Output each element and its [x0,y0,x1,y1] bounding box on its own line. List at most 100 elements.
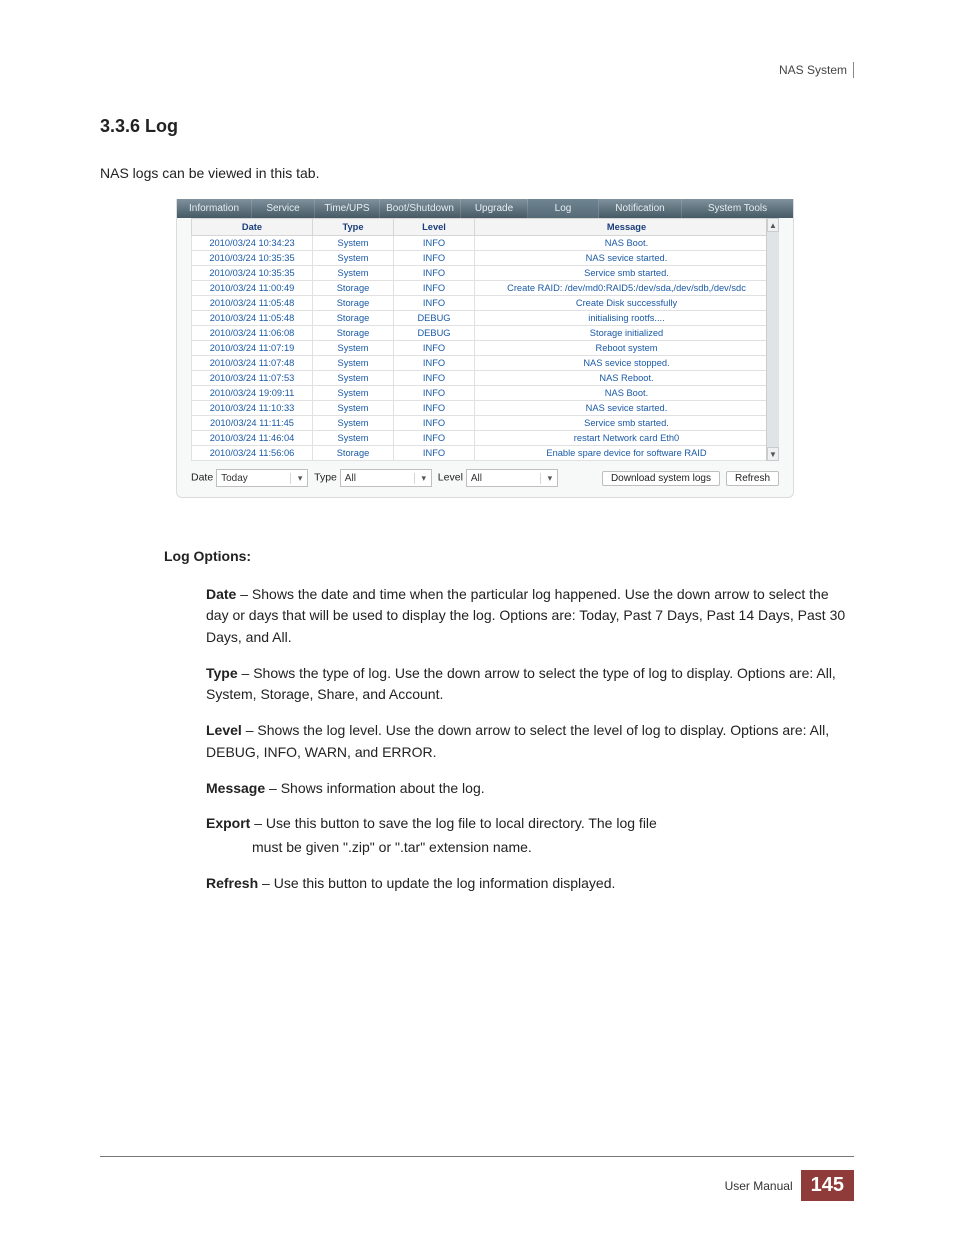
table-row: 2010/03/24 11:07:48SystemINFONAS sevice … [192,356,779,371]
cell-type: System [313,266,394,281]
cell-message: Service smb started. [475,266,779,281]
cell-date: 2010/03/24 11:07:53 [192,371,313,386]
cell-message: initialising rootfs.... [475,311,779,326]
col-message[interactable]: Message [475,219,779,236]
table-row: 2010/03/24 11:00:49StorageINFOCreate RAI… [192,281,779,296]
table-row: 2010/03/24 11:11:45SystemINFOService smb… [192,416,779,431]
filter-level-label: Level [438,472,463,484]
tab-log[interactable]: Log [528,199,599,218]
filter-bar: Date Today ▾ Type All ▾ Level All ▾ [177,465,793,497]
table-row: 2010/03/24 11:06:08StorageDEBUGStorage i… [192,326,779,341]
cell-date: 2010/03/24 10:35:35 [192,266,313,281]
cell-message: restart Network card Eth0 [475,431,779,446]
table-row: 2010/03/24 11:05:48StorageINFOCreate Dis… [192,296,779,311]
cell-level: INFO [394,251,475,266]
option-type: Type – Shows the type of log. Use the do… [206,663,854,706]
scroll-track[interactable] [767,232,779,447]
cell-level: DEBUG [394,311,475,326]
chevron-down-icon: ▾ [414,473,429,484]
filter-level-select[interactable]: All ▾ [466,469,558,487]
filter-date-select[interactable]: Today ▾ [216,469,308,487]
table-row: 2010/03/24 11:07:19SystemINFOReboot syst… [192,341,779,356]
table-row: 2010/03/24 11:46:04SystemINFOrestart Net… [192,431,779,446]
table-row: 2010/03/24 10:35:35SystemINFONAS sevice … [192,251,779,266]
log-table: Date Type Level Message 2010/03/24 10:34… [191,218,779,461]
cell-type: System [313,431,394,446]
page-footer: User Manual 145 [725,1170,854,1201]
cell-type: Storage [313,326,394,341]
cell-date: 2010/03/24 11:06:08 [192,326,313,341]
filter-type-label: Type [314,472,337,484]
col-date[interactable]: Date [192,219,313,236]
tab-service[interactable]: Service [252,199,315,218]
cell-level: INFO [394,341,475,356]
cell-level: INFO [394,281,475,296]
cell-level: INFO [394,356,475,371]
filter-level-value: All [471,473,482,484]
header-divider [853,62,854,78]
doc-name: NAS System [779,63,847,77]
cell-message: NAS Reboot. [475,371,779,386]
cell-level: INFO [394,266,475,281]
cell-date: 2010/03/24 10:35:35 [192,251,313,266]
tab-notification[interactable]: Notification [599,199,682,218]
col-type[interactable]: Type [313,219,394,236]
section-intro: NAS logs can be viewed in this tab. [100,165,854,181]
log-options: Log Options: Date – Shows the date and t… [164,546,854,894]
cell-date: 2010/03/24 11:11:45 [192,416,313,431]
table-row: 2010/03/24 10:35:35SystemINFOService smb… [192,266,779,281]
chevron-down-icon: ▾ [290,473,305,484]
options-heading: Log Options: [164,546,854,568]
cell-type: System [313,251,394,266]
option-level: Level – Shows the log level. Use the dow… [206,720,854,763]
log-table-wrap: Date Type Level Message 2010/03/24 10:34… [191,218,779,461]
cell-message: NAS Boot. [475,386,779,401]
cell-message: Create Disk successfully [475,296,779,311]
cell-level: INFO [394,446,475,461]
table-row: 2010/03/24 10:34:23SystemINFONAS Boot. [192,236,779,251]
cell-type: System [313,401,394,416]
option-export: Export – Use this button to save the log… [206,813,854,858]
filter-date-value: Today [221,473,248,484]
tab-information[interactable]: Information [177,199,252,218]
tab-boot-shutdown[interactable]: Boot/Shutdown [380,199,461,218]
col-level[interactable]: Level [394,219,475,236]
chevron-down-icon: ▾ [540,473,555,484]
cell-type: Storage [313,281,394,296]
table-row: 2010/03/24 11:05:48StorageDEBUGinitialis… [192,311,779,326]
tab-system-tools[interactable]: System Tools [682,199,793,218]
refresh-button[interactable]: Refresh [726,471,779,486]
cell-date: 2010/03/24 11:07:19 [192,341,313,356]
tab-time-ups[interactable]: Time/UPS [315,199,380,218]
cell-message: Enable spare device for software RAID [475,446,779,461]
cell-message: NAS sevice stopped. [475,356,779,371]
log-scrollbar[interactable]: ▲ ▼ [766,218,779,461]
log-screenshot: Information Service Time/UPS Boot/Shutdo… [176,199,794,498]
page-header: NAS System [779,62,854,78]
cell-message: Create RAID: /dev/md0:RAID5:/dev/sda,/de… [475,281,779,296]
scroll-down-icon[interactable]: ▼ [767,447,779,461]
cell-type: Storage [313,311,394,326]
cell-type: System [313,416,394,431]
cell-level: INFO [394,416,475,431]
cell-level: INFO [394,401,475,416]
cell-date: 2010/03/24 11:10:33 [192,401,313,416]
option-message: Message – Shows information about the lo… [206,778,854,800]
footer-rule [100,1156,854,1157]
cell-date: 2010/03/24 11:56:06 [192,446,313,461]
cell-message: NAS sevice started. [475,251,779,266]
cell-message: NAS sevice started. [475,401,779,416]
tab-upgrade[interactable]: Upgrade [461,199,528,218]
cell-date: 2010/03/24 11:00:49 [192,281,313,296]
cell-date: 2010/03/24 11:05:48 [192,311,313,326]
cell-date: 2010/03/24 11:05:48 [192,296,313,311]
tab-bar: Information Service Time/UPS Boot/Shutdo… [177,199,793,218]
option-refresh: Refresh – Use this button to update the … [206,873,854,895]
cell-date: 2010/03/24 11:46:04 [192,431,313,446]
filter-type-select[interactable]: All ▾ [340,469,432,487]
cell-level: DEBUG [394,326,475,341]
scroll-up-icon[interactable]: ▲ [767,218,779,232]
table-row: 2010/03/24 11:07:53SystemINFONAS Reboot. [192,371,779,386]
download-logs-button[interactable]: Download system logs [602,471,720,486]
cell-message: NAS Boot. [475,236,779,251]
